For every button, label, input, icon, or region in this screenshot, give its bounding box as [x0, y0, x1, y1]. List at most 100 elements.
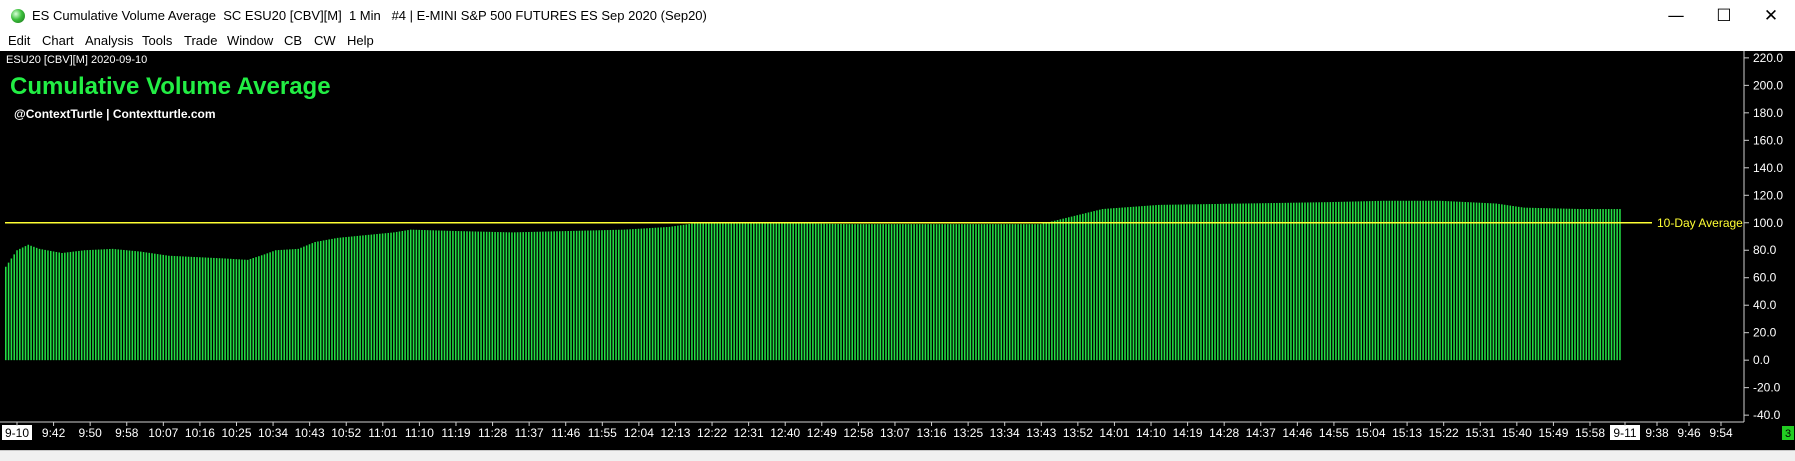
menu-edit[interactable]: Edit [8, 33, 30, 48]
volume-bar [466, 231, 468, 361]
volume-bar [44, 249, 46, 361]
volume-bar [1430, 200, 1433, 361]
volume-bar [139, 251, 142, 361]
volume-bar [620, 229, 623, 361]
volume-bar [896, 224, 899, 361]
volume-bar [370, 234, 373, 361]
volume-bar [618, 229, 620, 361]
volume-bar [1607, 209, 1610, 361]
volume-bar [626, 229, 629, 361]
volume-bar [328, 239, 330, 361]
x-tick-label: 11:46 [551, 426, 580, 440]
volume-bar [1520, 207, 1523, 361]
menu-trade[interactable]: Trade [184, 33, 217, 48]
volume-bar [1318, 202, 1320, 361]
volume-bar [902, 224, 904, 361]
volume-bar [1169, 204, 1171, 361]
volume-bar [947, 224, 949, 361]
volume-bar [1104, 208, 1107, 361]
close-button[interactable]: ✕ [1748, 0, 1794, 31]
volume-bar [13, 254, 15, 361]
volume-bar [401, 231, 404, 361]
chart-area[interactable]: 10-Day Average 220.0 200.0 180.0 160.0 140.0 1… [0, 51, 1795, 460]
volume-bar [1132, 206, 1135, 361]
volume-bar [820, 223, 823, 361]
volume-bar [716, 222, 719, 361]
volume-bar [795, 223, 797, 361]
x-tick-label: 12:22 [697, 426, 727, 440]
volume-bar [1385, 200, 1388, 361]
volume-bar [736, 222, 738, 361]
volume-bar [207, 257, 210, 361]
volume-bar [1090, 211, 1093, 361]
volume-bar [1453, 201, 1455, 361]
volume-bar [587, 230, 589, 361]
menu-window[interactable]: Window [227, 33, 273, 48]
volume-bar [741, 222, 744, 361]
volume-bar [1298, 202, 1301, 361]
volume-bar [210, 257, 212, 361]
x-tick-label: 9:54 [1709, 426, 1733, 440]
volume-bar [798, 223, 800, 361]
x-tick-label: 15:40 [1502, 426, 1532, 440]
volume-bar [809, 223, 811, 361]
y-tick-label: 160.0 [1753, 133, 1783, 147]
y-tick-label: -40.0 [1753, 408, 1781, 422]
volume-bar [1588, 209, 1590, 361]
volume-bar [1076, 215, 1078, 361]
volume-bar [1506, 205, 1509, 361]
volume-bar [789, 223, 792, 361]
menu-analysis[interactable]: Analysis [85, 33, 133, 48]
volume-bar [390, 232, 392, 361]
minimize-button[interactable]: — [1653, 0, 1699, 31]
volume-bar [1231, 203, 1233, 361]
volume-bar [480, 231, 482, 361]
maximize-button[interactable]: ☐ [1701, 0, 1747, 31]
volume-bar [651, 227, 654, 361]
volume-bar [536, 231, 539, 361]
volume-bar [471, 231, 474, 361]
menu-cb[interactable]: CB [284, 33, 302, 48]
volume-bar [1141, 206, 1143, 361]
volume-bar [1172, 204, 1174, 361]
volume-bar [1163, 204, 1166, 361]
volume-bar [854, 224, 856, 361]
volume-bar [629, 229, 631, 361]
volume-bar [1422, 200, 1424, 361]
volume-bar [1579, 209, 1582, 361]
volume-bar [142, 252, 145, 361]
volume-bar [1464, 202, 1467, 361]
volume-bar [460, 231, 463, 361]
volume-bar [58, 252, 60, 361]
menu-bar: Edit Chart Analysis Tools Trade Window C… [0, 31, 1795, 51]
volume-bar [553, 231, 555, 361]
volume-bar [1475, 202, 1478, 361]
volume-bar [229, 258, 232, 361]
volume-bar [83, 250, 86, 361]
volume-bar [1363, 201, 1365, 361]
volume-bar [1000, 224, 1003, 361]
menu-help[interactable]: Help [347, 33, 374, 48]
volume-bar [1478, 202, 1481, 361]
volume-bar [196, 257, 198, 361]
volume-bar [1222, 203, 1225, 361]
menu-tools[interactable]: Tools [142, 33, 172, 48]
volume-bar [1591, 209, 1593, 361]
x-tick-label: 13:07 [880, 426, 910, 440]
y-tick-label: 220.0 [1753, 51, 1783, 65]
volume-bar [367, 234, 370, 361]
chart-svg[interactable]: 10-Day Average 220.0 200.0 180.0 160.0 140.0 1… [0, 51, 1795, 460]
volume-bar [80, 250, 83, 361]
x-tick-label: 11:10 [405, 426, 434, 440]
volume-bar [522, 232, 524, 361]
horizontal-scrollbar[interactable] [0, 450, 1795, 461]
volume-bar [640, 228, 643, 361]
menu-chart[interactable]: Chart [42, 33, 74, 48]
x-tick-label: 11:19 [441, 426, 470, 440]
volume-bar [663, 227, 665, 361]
volume-bar [994, 224, 997, 361]
volume-bar [94, 249, 97, 361]
volume-bar [1380, 200, 1382, 361]
volume-bar [1143, 205, 1146, 361]
menu-cw[interactable]: CW [314, 33, 336, 48]
